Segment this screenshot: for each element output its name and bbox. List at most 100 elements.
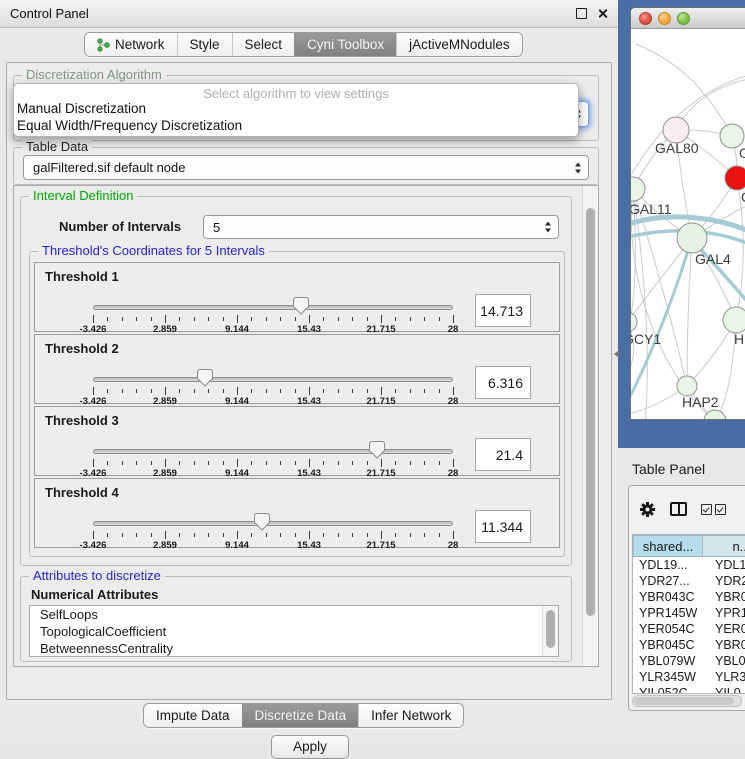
tab-infer-network[interactable]: Infer Network <box>358 704 463 727</box>
tab-network[interactable]: Network <box>85 33 177 56</box>
algorithm-option-manual[interactable]: Manual Discretization <box>14 101 578 118</box>
attribute-item[interactable]: BetweennessCentrality <box>30 640 558 657</box>
threshold-slider[interactable]: -3.4262.8599.14415.4321.71528 <box>93 441 453 477</box>
network-window-titlebar[interactable] <box>631 8 745 29</box>
column-header-shared-name[interactable]: shared... <box>633 535 703 557</box>
settings-scrollbar-thumb[interactable] <box>586 208 595 616</box>
network-node[interactable] <box>677 223 707 253</box>
table-row[interactable]: YDR27...YDR2... <box>633 573 745 589</box>
numerical-attributes-list[interactable]: SelfLoopsTopologicalCoefficientBetweenne… <box>29 605 559 657</box>
tick-mark <box>323 389 324 393</box>
table-row[interactable]: YDL19...YDL1... <box>633 557 745 573</box>
table-hscrollbar[interactable] <box>632 695 742 707</box>
threshold-value-field[interactable]: 21.4 <box>475 438 531 471</box>
attributes-scrollbar[interactable] <box>542 606 558 656</box>
table-cell: YBL079W <box>633 653 703 669</box>
tick-mark <box>424 461 425 465</box>
slider-ticks <box>93 315 453 324</box>
table-data-select[interactable]: galFiltered.sif default node <box>23 155 589 180</box>
minimize-traffic-light-icon[interactable] <box>658 12 671 25</box>
tab-style[interactable]: Style <box>177 33 232 56</box>
tab-cyni-toolbox[interactable]: Cyni Toolbox <box>294 33 396 56</box>
select-columns-icon[interactable] <box>701 504 726 515</box>
tick-mark <box>136 317 137 321</box>
tab-impute-data[interactable]: Impute Data <box>144 704 242 727</box>
slider-track[interactable] <box>93 305 453 310</box>
network-node[interactable] <box>725 166 745 190</box>
slider-track[interactable] <box>93 521 453 526</box>
network-node[interactable] <box>677 376 697 396</box>
apply-button[interactable]: Apply <box>271 735 349 759</box>
tab-select[interactable]: Select <box>232 33 295 56</box>
table-row[interactable]: YBL079WYBL0... <box>633 653 745 669</box>
algorithm-option-equal-width[interactable]: Equal Width/Frequency Discretization <box>14 118 578 135</box>
slider-thumb[interactable] <box>254 513 270 531</box>
tick-mark <box>352 461 353 465</box>
table-cell: YBR043C <box>633 589 703 605</box>
node-table[interactable]: shared... n... YDL19...YDL1...YDR27...YD… <box>632 534 745 694</box>
tick-mark <box>251 317 252 321</box>
tick-mark <box>395 461 396 465</box>
number-of-intervals-select[interactable]: 5 <box>203 215 559 239</box>
threshold-panel: Threshold 4 -3.4262.8599.14415.4321.7152… <box>34 478 560 548</box>
threshold-panel: Threshold 3 -3.4262.8599.14415.4321.7152… <box>34 406 560 476</box>
tab-label: Cyni Toolbox <box>307 37 384 52</box>
threshold-value-field[interactable]: 14.713 <box>475 294 531 327</box>
tab-discretize-data[interactable]: Discretize Data <box>242 704 359 727</box>
attributes-scrollbar-thumb[interactable] <box>546 610 555 648</box>
slider-track[interactable] <box>93 377 453 382</box>
zoom-traffic-light-icon[interactable] <box>677 12 690 25</box>
table-cell: YDR27... <box>633 573 703 589</box>
float-window-icon[interactable] <box>576 8 587 19</box>
threshold-value-field[interactable]: 11.344 <box>475 510 531 543</box>
slider-track[interactable] <box>93 449 453 454</box>
slider-thumb[interactable] <box>293 297 309 315</box>
panel-divider-handle-icon[interactable] <box>614 350 619 358</box>
slider-thumb[interactable] <box>197 369 213 387</box>
tick-label: 15.43 <box>297 540 321 551</box>
threshold-slider[interactable]: -3.4262.8599.14415.4321.71528 <box>93 513 453 549</box>
tick-mark <box>223 317 224 321</box>
split-columns-icon[interactable] <box>670 502 687 516</box>
tick-mark <box>194 461 195 465</box>
tick-mark <box>251 389 252 393</box>
threshold-value-field[interactable]: 6.316 <box>475 366 531 399</box>
threshold-slider[interactable]: -3.4262.8599.14415.4321.71528 <box>93 369 453 405</box>
tick-mark <box>395 533 396 537</box>
close-icon[interactable] <box>597 8 608 19</box>
network-canvas[interactable]: GAL80GACGAL11GAL4GCY1HHAP2 <box>631 29 745 420</box>
settings-scrollbar[interactable] <box>582 186 598 666</box>
network-node[interactable] <box>723 307 745 333</box>
tick-mark <box>194 317 195 321</box>
network-edge[interactable] <box>631 238 692 322</box>
tab-label: Select <box>245 37 283 52</box>
attributes-group-title: Attributes to discretize <box>29 569 165 583</box>
network-node[interactable] <box>704 410 726 420</box>
attribute-item[interactable]: TopologicalCoefficient <box>30 623 558 640</box>
cyni-toolbox-panel: Discretization Algorithm Select algorith… <box>6 62 612 700</box>
tick-mark <box>208 317 209 321</box>
slider-tick-labels: -3.4262.8599.14415.4321.71528 <box>93 396 453 406</box>
close-traffic-light-icon[interactable] <box>639 12 652 25</box>
table-row[interactable]: YBR045CYBR0... <box>633 637 745 653</box>
table-row[interactable]: YBR043CYBR0... <box>633 589 745 605</box>
threshold-slider[interactable]: -3.4262.8599.14415.4321.71528 <box>93 297 453 333</box>
network-edge[interactable] <box>687 238 692 386</box>
tab-jactivemnodules[interactable]: jActiveMNodules <box>396 33 522 56</box>
slider-tick-labels: -3.4262.8599.14415.4321.71528 <box>93 540 453 550</box>
network-node[interactable] <box>631 177 645 201</box>
column-header-name[interactable]: n... <box>703 535 745 557</box>
table-row[interactable]: YPR145WYPR1... <box>633 605 745 621</box>
gear-icon[interactable] <box>639 501 656 518</box>
tick-label: 9.144 <box>225 540 249 551</box>
table-row[interactable]: YIL052CYIL0... <box>633 685 745 694</box>
table-row[interactable]: YLR345WYLR3... <box>633 669 745 685</box>
table-row[interactable]: YER054CYER0... <box>633 621 745 637</box>
network-node[interactable] <box>631 312 637 332</box>
table-hscrollbar-thumb[interactable] <box>634 697 734 705</box>
tick-mark <box>410 533 411 537</box>
attribute-item[interactable]: SelfLoops <box>30 606 558 623</box>
slider-thumb[interactable] <box>369 441 385 459</box>
threshold-panel: Threshold 2 -3.4262.8599.14415.4321.7152… <box>34 334 560 404</box>
tick-mark <box>136 389 137 393</box>
